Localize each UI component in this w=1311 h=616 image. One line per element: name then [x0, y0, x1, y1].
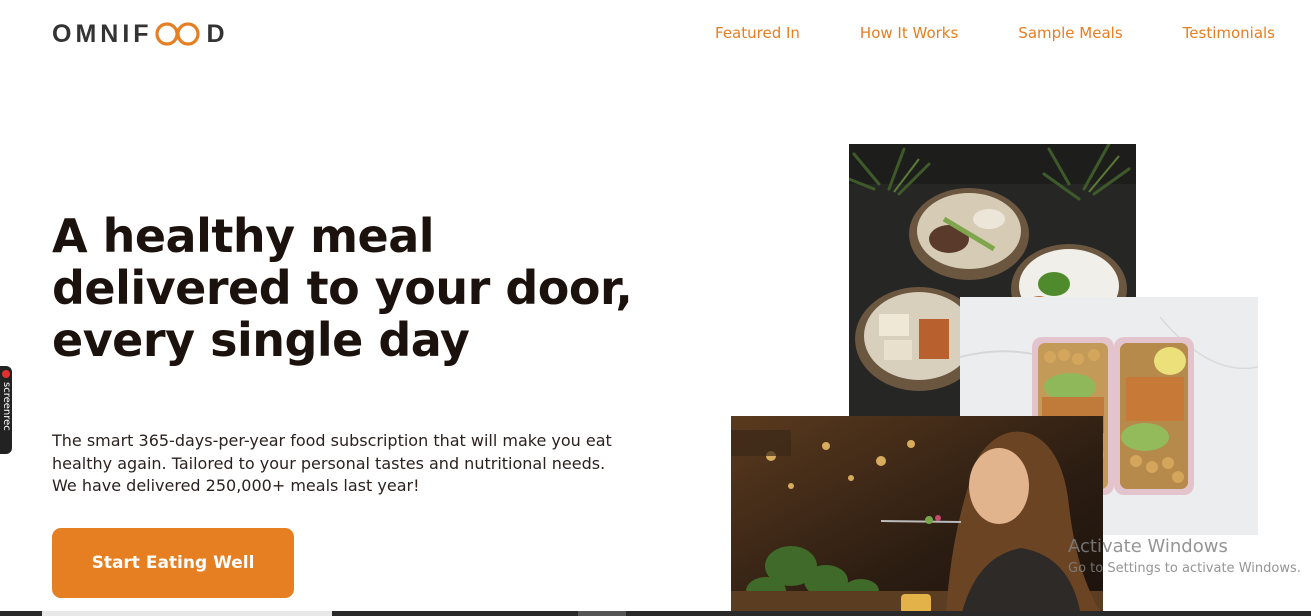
- hero-title-line: A healthy meal: [52, 209, 435, 263]
- omnifood-logo[interactable]: OMNIF D: [52, 18, 229, 50]
- activate-windows-title: Activate Windows: [1068, 536, 1228, 557]
- screenrec-recorder-tab[interactable]: screenrec: [0, 366, 12, 454]
- hero-description-line: healthy again. Tailored to your personal…: [52, 453, 606, 473]
- infinity-icon: [154, 21, 202, 47]
- nav-link-featured-in[interactable]: Featured In: [715, 24, 800, 42]
- record-icon: [2, 370, 10, 378]
- main-nav: Featured In How It Works Sample Meals Te…: [715, 24, 1275, 42]
- hero-title: A healthy meal delivered to your door, e…: [52, 210, 692, 366]
- activate-windows-watermark: Activate Windows Go to Settings to activ…: [1068, 536, 1301, 579]
- start-eating-well-button[interactable]: Start Eating Well: [52, 528, 294, 598]
- hero-description: The smart 365-days-per-year food subscri…: [52, 430, 672, 498]
- hero-title-line: every single day: [52, 313, 470, 367]
- taskbar-segment: [578, 611, 626, 616]
- hero-description-line: We have delivered 250,000+ meals last ye…: [52, 476, 420, 495]
- hero-title-line: delivered to your door,: [52, 261, 633, 315]
- activate-windows-subtitle: Go to Settings to activate Windows.: [1068, 561, 1301, 576]
- taskbar-segment: [42, 611, 332, 616]
- logo-text-prefix: OMNIF: [52, 19, 153, 48]
- hero-image-woman-eating: [731, 416, 1103, 616]
- nav-link-sample-meals[interactable]: Sample Meals: [1018, 24, 1122, 42]
- screenrec-label: screenrec: [1, 382, 12, 431]
- nav-link-testimonials[interactable]: Testimonials: [1183, 24, 1275, 42]
- nav-link-how-it-works[interactable]: How It Works: [860, 24, 958, 42]
- hero-description-line: The smart 365-days-per-year food subscri…: [52, 431, 612, 450]
- logo-text-suffix: D: [206, 19, 229, 48]
- page: OMNIF D Featured In How It Works Sample …: [0, 0, 1311, 616]
- taskbar-strip: [0, 611, 1311, 616]
